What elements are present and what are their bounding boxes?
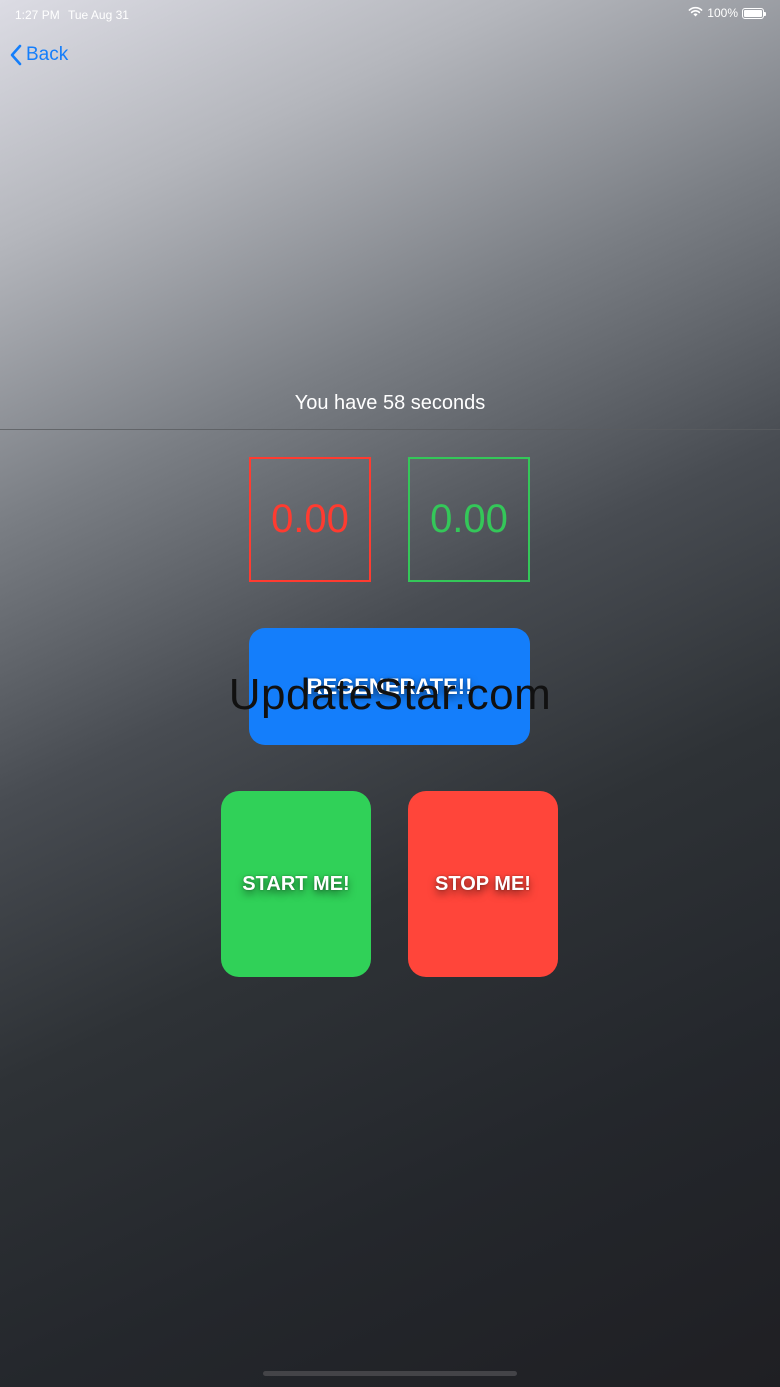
battery-icon (742, 7, 766, 19)
red-value: 0.00 (271, 497, 349, 541)
chevron-left-icon (10, 44, 22, 66)
status-date: Tue Aug 31 (68, 8, 129, 22)
status-indicators: 100% (688, 6, 766, 20)
divider (0, 429, 780, 430)
stop-label: STOP ME! (435, 872, 531, 895)
status-bar: 1:27 PM Tue Aug 31 100% (0, 0, 780, 28)
green-value-box: 0.00 (408, 457, 530, 582)
back-label: Back (26, 44, 69, 65)
green-value: 0.00 (430, 497, 508, 541)
home-indicator[interactable] (263, 1371, 517, 1376)
start-label: START ME! (242, 872, 350, 895)
status-time: 1:27 PM (15, 8, 60, 22)
timer-label: You have 58 seconds (294, 392, 486, 414)
stop-button[interactable]: STOP ME! (408, 791, 558, 977)
watermark: UpdateStar.com (228, 670, 552, 719)
back-button[interactable]: Back (10, 44, 68, 66)
wifi-icon (688, 6, 703, 20)
battery-percent: 100% (707, 6, 738, 20)
red-value-box: 0.00 (249, 457, 371, 582)
start-button[interactable]: START ME! (221, 791, 371, 977)
